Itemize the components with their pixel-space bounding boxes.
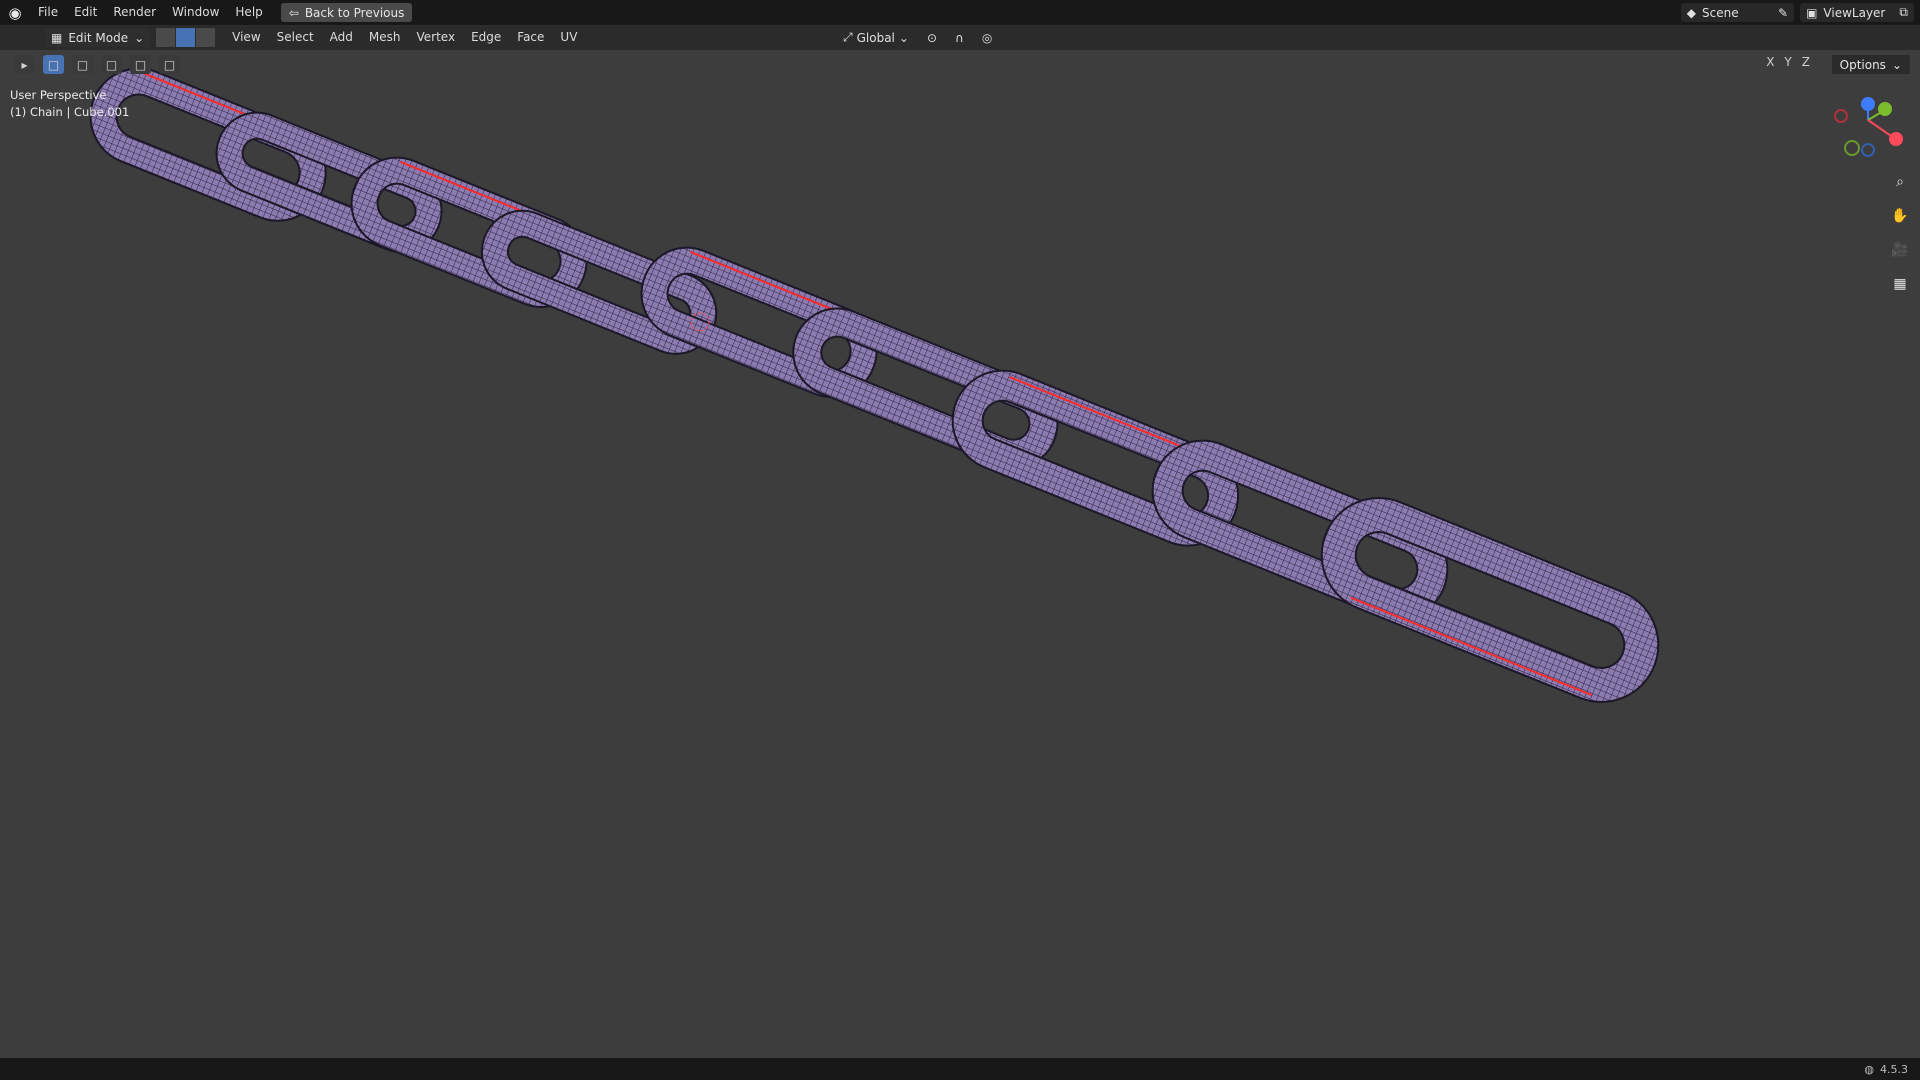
select-mode-group	[156, 28, 216, 47]
zoom-icon[interactable]: ⌕	[1888, 170, 1912, 194]
select-tool-button[interactable]: ▸	[14, 55, 35, 74]
view-layer-selector[interactable]: ▣ ViewLayer ⧉	[1800, 3, 1914, 22]
menu-edge[interactable]: Edge	[463, 25, 509, 50]
status-bar: ◍ 4.5.3	[0, 1058, 1920, 1080]
camera-icon[interactable]: 🎥	[1888, 238, 1912, 262]
view-layer-name: ViewLayer	[1823, 5, 1886, 20]
menu-render[interactable]: Render	[105, 0, 164, 25]
menu-file[interactable]: File	[30, 0, 66, 25]
navigation-gizmo[interactable]	[1834, 97, 1903, 157]
mode-label: Edit Mode	[68, 30, 129, 45]
viewport-tool-row: ▸ □ □ □ □ □	[14, 55, 180, 74]
snap-toggle[interactable]: ∩	[950, 28, 969, 47]
menu-add[interactable]: Add	[322, 25, 361, 50]
menu-view[interactable]: View	[224, 25, 268, 50]
chevron-down-icon: ⌄	[134, 30, 145, 45]
options-label: Options	[1839, 57, 1886, 72]
chevron-down-icon: ⌄	[1891, 57, 1902, 72]
top-menu-bar: ◉ File Edit Render Window Help ⇦ Back to…	[0, 0, 1920, 25]
mirror-x-toggle[interactable]: X	[1766, 55, 1774, 69]
scene-icon: ◆	[1686, 5, 1697, 20]
menu-uv[interactable]: UV	[552, 25, 585, 50]
mirror-z-toggle[interactable]: Z	[1802, 55, 1810, 69]
scene-selector[interactable]: ◆ Scene ✎	[1680, 3, 1795, 22]
back-to-previous-label: Back to Previous	[304, 5, 405, 20]
version-label: 4.5.3	[1880, 1062, 1908, 1076]
blender-logo-icon[interactable]: ◉	[0, 0, 30, 25]
back-to-previous-button[interactable]: ⇦ Back to Previous	[280, 3, 413, 22]
mirror-y-toggle[interactable]: Y	[1784, 55, 1791, 69]
pan-hand-icon[interactable]: ✋	[1888, 204, 1912, 228]
gizmo-x-axis[interactable]	[1889, 132, 1903, 146]
edge-select-button[interactable]	[176, 28, 196, 47]
menu-help[interactable]: Help	[227, 0, 270, 25]
vertex-select-button[interactable]	[156, 28, 176, 47]
gizmo-y-axis[interactable]	[1878, 102, 1892, 116]
chain-link	[1320, 497, 1660, 703]
header-menus: View Select Add Mesh Vertex Edge Face UV	[224, 25, 585, 50]
back-icon: ⇦	[288, 5, 299, 20]
perspective-label: User Perspective	[10, 88, 107, 102]
box-select-extend-button[interactable]: □	[72, 55, 93, 74]
menu-select[interactable]: Select	[269, 25, 322, 50]
chevron-down-icon: ⌄	[898, 30, 909, 45]
proportional-edit-toggle[interactable]: ◎	[976, 28, 998, 47]
new-layer-icon[interactable]: ⧉	[1899, 5, 1908, 20]
menu-edit[interactable]: Edit	[66, 0, 105, 25]
menu-vertex[interactable]: Vertex	[409, 25, 464, 50]
transform-orientation-dropdown[interactable]: ⤢ Global ⌄	[838, 28, 914, 47]
box-select-invert-button[interactable]: □	[130, 55, 151, 74]
top-right-controls: ◆ Scene ✎ ▣ ViewLayer ⧉	[1680, 3, 1914, 22]
chain-render	[89, 67, 1903, 703]
pivot-dropdown[interactable]: ⊙	[921, 28, 943, 47]
box-select-intersect-button[interactable]: □	[159, 55, 180, 74]
options-dropdown[interactable]: Options ⌄	[1831, 55, 1910, 74]
view-layer-icon: ▣	[1806, 5, 1818, 20]
box-select-new-button[interactable]: □	[43, 55, 64, 74]
menu-mesh[interactable]: Mesh	[361, 25, 409, 50]
axis-mirror-toggles: X Y Z	[1766, 55, 1810, 69]
mode-selector[interactable]: ▦ Edit Mode ⌄	[45, 28, 151, 47]
pin-icon[interactable]: ✎	[1778, 6, 1788, 20]
magnet-icon: ∩	[955, 30, 964, 45]
orientation-icon: ⤢	[843, 30, 853, 44]
gizmo-z-axis[interactable]	[1861, 97, 1875, 111]
viewport-nav-buttons: ⌕ ✋ 🎥 ▦	[1888, 170, 1912, 296]
transform-orientation-label: Global	[856, 30, 895, 45]
3d-viewport[interactable]	[0, 50, 1920, 1058]
box-select-subtract-button[interactable]: □	[101, 55, 122, 74]
proportional-icon: ◎	[981, 30, 993, 45]
perspective-grid-icon[interactable]: ▦	[1888, 272, 1912, 296]
menu-window[interactable]: Window	[164, 0, 227, 25]
network-icon: ◍	[1864, 1062, 1874, 1076]
pivot-icon: ⊙	[926, 30, 938, 45]
face-select-button[interactable]	[196, 28, 216, 47]
transform-tools: ⤢ Global ⌄ ⊙ ∩ ◎	[838, 28, 998, 47]
scene-name: Scene	[1702, 5, 1739, 20]
object-label: (1) Chain | Cube.001	[10, 105, 130, 119]
edit-mode-icon: ▦	[51, 30, 63, 45]
menu-face[interactable]: Face	[509, 25, 552, 50]
viewport-info: User Perspective (1) Chain | Cube.001	[10, 87, 129, 121]
